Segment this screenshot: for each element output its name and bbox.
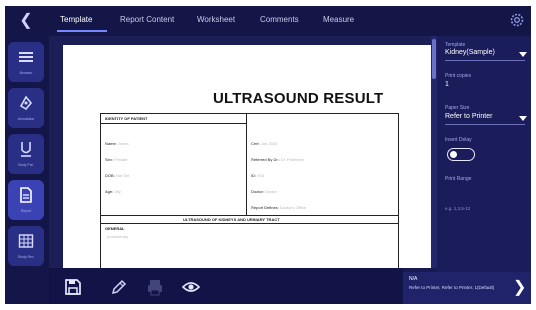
table-divider [100, 215, 398, 216]
back-chevron-icon[interactable]: ❮ [17, 12, 35, 30]
toggle-knob [450, 151, 457, 158]
tab-template[interactable]: Template [60, 15, 92, 24]
print-copies-input[interactable]: 1 [445, 81, 449, 88]
table-divider [246, 113, 247, 215]
paper-size-select[interactable]: Refer to Printer [445, 113, 492, 120]
print-settings-panel: Template Kidney(Sample) Print copies 1 P… [437, 36, 531, 272]
sidebar-item-report[interactable]: Report [8, 180, 44, 220]
general-label: GENERAL [105, 226, 125, 231]
field-name: Name: Jones [105, 141, 129, 146]
annotation-icon [17, 94, 35, 112]
chevron-right-icon[interactable]: ❯ [513, 280, 526, 296]
sidebar-item-browser[interactable]: Browser [8, 42, 44, 82]
template-select[interactable]: Kidney(Sample) [445, 49, 495, 56]
printer-description: Refer to Printer, Refer to Printer, 1(De… [409, 285, 495, 290]
list-icon [17, 48, 35, 66]
tab-report-content[interactable]: Report Content [120, 15, 174, 24]
sidebar-item-label: Report [20, 209, 32, 213]
chevron-down-icon[interactable] [519, 116, 527, 121]
patient-info-table [100, 113, 399, 268]
printer-selector[interactable]: N/A Refer to Printer, Refer to Printer, … [403, 272, 531, 304]
paper-size-label: Paper Size [445, 105, 470, 111]
tab-measure[interactable]: Measure [323, 15, 354, 24]
sidebar-item-label: Study Rev. [17, 255, 35, 259]
identity-header: IDENTITY OF PATIENT [105, 116, 148, 121]
grid-icon [17, 232, 35, 250]
sidebar-item-label: Browser [19, 71, 33, 75]
general-comments: (comments) [107, 234, 129, 239]
scrollbar-thumb[interactable] [432, 39, 436, 79]
report-preview-area[interactable]: ULTRASOUND RESULT IDENTITY OF PATIENT Na… [49, 36, 437, 268]
print-range-label: Print Range [445, 176, 472, 182]
gear-icon[interactable] [509, 12, 525, 28]
bottom-toolbar [49, 268, 403, 304]
sidebar-item-label: Body Pat. [18, 163, 34, 167]
sidebar-item-annotation[interactable]: Annotation [8, 88, 44, 128]
section-title: ULTRASOUND OF KIDNEYS AND URINARY TRACT [183, 217, 280, 222]
body-pattern-icon [17, 140, 35, 158]
chevron-down-icon[interactable] [519, 52, 527, 57]
print-icon[interactable] [145, 277, 165, 297]
sidebar-item-study-review[interactable]: Study Rev. [8, 226, 44, 266]
report-icon [17, 186, 35, 204]
table-divider [100, 223, 398, 224]
field-id: ID: 003 [251, 173, 264, 178]
field-report-defines: Report Defines: Doctor's Office [251, 205, 306, 210]
template-label: Template [445, 42, 466, 48]
screenshot-frame: ❮ Template Report Content Worksheet Comm… [0, 0, 536, 310]
tab-worksheet[interactable]: Worksheet [197, 15, 235, 24]
field-cert: Cert: Jun 2020 [251, 141, 278, 146]
insert-delay-label: Insert Delay [445, 137, 472, 143]
field-age: Age: 28y [105, 189, 121, 194]
sidebar-item-body-pattern[interactable]: Body Pat. [8, 134, 44, 174]
divider [445, 60, 525, 61]
print-copies-label: Print copies [445, 73, 472, 79]
report-title: ULTRASOUND RESULT [213, 90, 384, 107]
edit-pen-icon[interactable] [109, 277, 129, 297]
tab-comments[interactable]: Comments [260, 15, 299, 24]
insert-delay-toggle[interactable] [447, 148, 475, 161]
field-sex: Sex: Female [105, 157, 128, 162]
sidebar-item-label: Annotation [17, 117, 35, 121]
app-window: ❮ Template Report Content Worksheet Comm… [5, 6, 531, 304]
preview-eye-icon[interactable] [181, 277, 201, 297]
top-bar: ❮ Template Report Content Worksheet Comm… [5, 6, 531, 36]
field-doctor: Doctor: Doctor [251, 189, 277, 194]
table-divider [100, 123, 246, 124]
field-dob: DOB: Not Set [105, 173, 130, 178]
field-referred-by: Referred By Dr.: Dr. Preferred [251, 157, 304, 162]
active-tab-indicator [57, 30, 107, 32]
divider [445, 124, 525, 125]
print-range-input[interactable]: e.g. 1,3,5-12 [445, 206, 470, 211]
printer-name: N/A [409, 276, 418, 282]
save-icon[interactable] [63, 277, 83, 297]
left-sidebar: Browser Annotation Body Pat. Report Stud… [5, 36, 49, 304]
report-page: ULTRASOUND RESULT IDENTITY OF PATIENT Na… [63, 45, 435, 268]
